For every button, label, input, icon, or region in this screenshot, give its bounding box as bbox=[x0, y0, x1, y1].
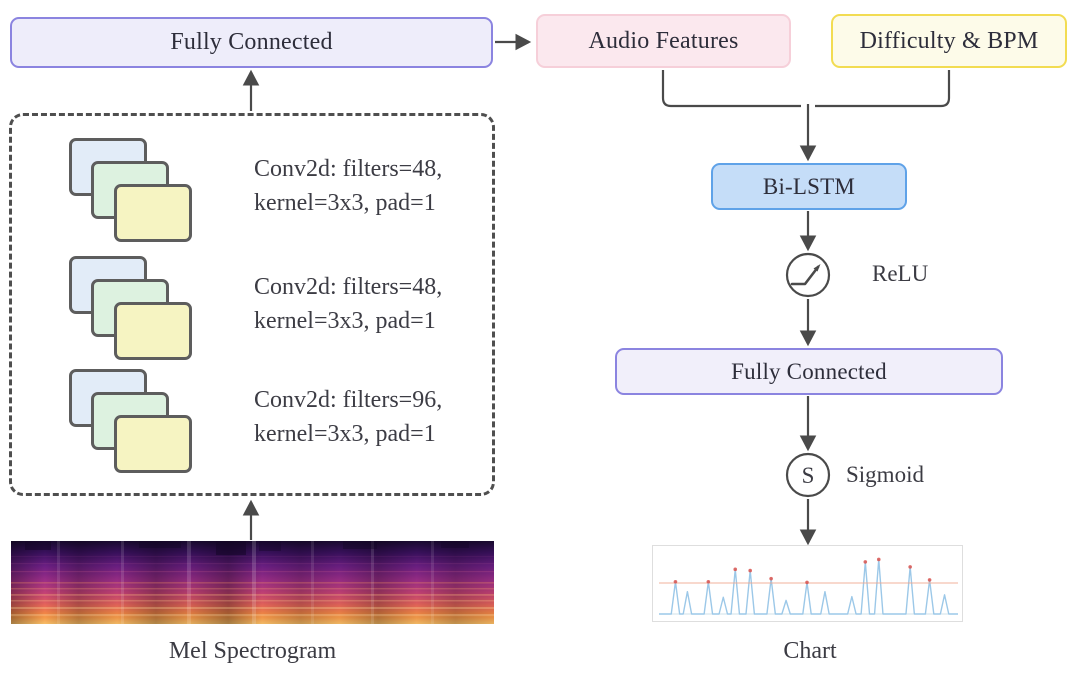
relu-icon bbox=[785, 252, 831, 298]
mel-spectrogram-image bbox=[11, 541, 494, 624]
chart-onset-marker bbox=[863, 560, 868, 564]
conv-layer-label: Conv2d: filters=48, kernel=3x3, pad=1 bbox=[254, 156, 443, 217]
node-audio-features[interactable]: Audio Features bbox=[536, 14, 791, 68]
conv-feature-maps-icon bbox=[69, 138, 197, 246]
sigmoid-icon: S bbox=[785, 452, 831, 498]
chart-onset-marker bbox=[908, 565, 912, 569]
node-label: Difficulty & BPM bbox=[859, 27, 1039, 54]
feature-map-yellow bbox=[114, 302, 192, 360]
chart-activation-line bbox=[659, 558, 958, 615]
feature-map-yellow bbox=[114, 184, 192, 242]
conv-feature-maps-icon bbox=[69, 256, 197, 364]
mel-spectrogram-caption: Mel Spectrogram bbox=[168, 638, 337, 664]
sigmoid-label: Sigmoid bbox=[846, 462, 924, 487]
node-fully-connected-bottom[interactable]: Fully Connected bbox=[615, 348, 1003, 395]
node-fully-connected-top[interactable]: Fully Connected bbox=[10, 17, 493, 68]
chart-caption: Chart bbox=[783, 638, 837, 664]
sigmoid-glyph: S bbox=[802, 463, 815, 488]
node-label: Bi-LSTM bbox=[762, 173, 856, 199]
wire-difficulty-merge bbox=[815, 70, 951, 108]
conv-layer-3[interactable]: Conv2d: filters=96, kernel=3x3, pad=1 bbox=[57, 369, 487, 477]
node-bi-lstm[interactable]: Bi-LSTM bbox=[711, 163, 907, 210]
chart-onset-marker bbox=[748, 568, 752, 573]
conv-layer-2[interactable]: Conv2d: filters=48, kernel=3x3, pad=1 bbox=[57, 256, 487, 364]
node-difficulty-bpm[interactable]: Difficulty & BPM bbox=[831, 14, 1067, 68]
chart-onset-marker bbox=[876, 557, 881, 562]
chart-onset-marker bbox=[805, 580, 809, 585]
chart-onset-marker bbox=[706, 579, 711, 584]
output-chart bbox=[652, 545, 963, 622]
chart-onset-marker bbox=[673, 579, 678, 584]
chart-onset-marker bbox=[769, 576, 773, 581]
conv-block-container: Conv2d: filters=48, kernel=3x3, pad=1 Co… bbox=[9, 113, 495, 496]
node-label: Audio Features bbox=[588, 27, 739, 54]
chart-onset-marker bbox=[927, 578, 932, 582]
node-label: Fully Connected bbox=[731, 358, 887, 384]
conv-feature-maps-icon bbox=[69, 369, 197, 477]
feature-map-yellow bbox=[114, 415, 192, 473]
conv-layer-label: Conv2d: filters=48, kernel=3x3, pad=1 bbox=[254, 274, 443, 335]
conv-layer-label: Conv2d: filters=96, kernel=3x3, pad=1 bbox=[254, 387, 443, 448]
chart-onset-marker bbox=[733, 567, 738, 572]
wire-audio-merge bbox=[661, 70, 801, 108]
conv-layer-1[interactable]: Conv2d: filters=48, kernel=3x3, pad=1 bbox=[57, 138, 487, 246]
relu-label: ReLU bbox=[872, 261, 929, 286]
architecture-diagram: Fully Connected Audio Features Difficult… bbox=[0, 0, 1080, 673]
node-label: Fully Connected bbox=[170, 29, 333, 55]
